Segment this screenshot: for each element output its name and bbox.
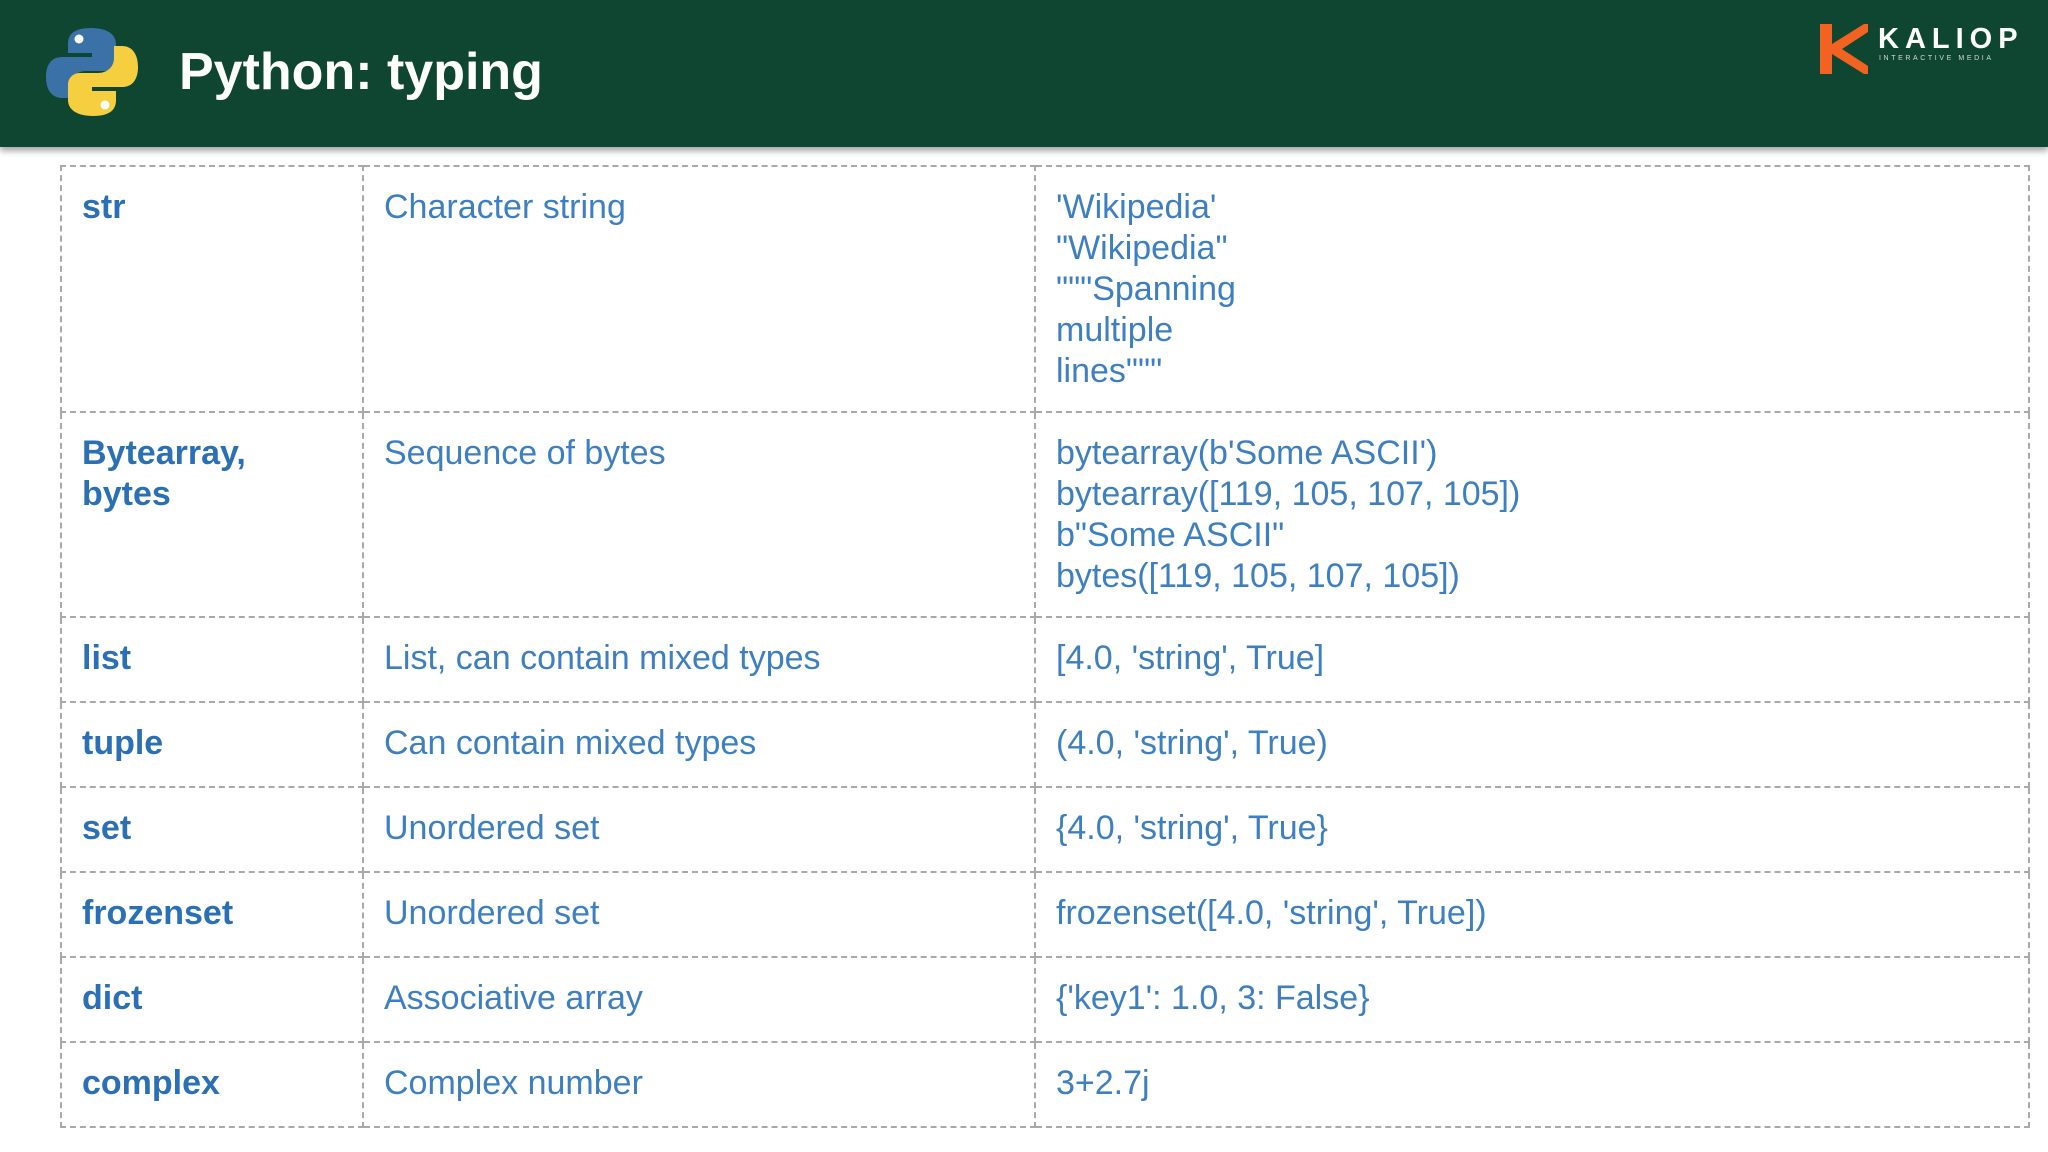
- python-logo-icon: [46, 28, 138, 116]
- slide: Python: typing KALIOP INTERACTIVE MEDIA …: [0, 0, 2048, 1152]
- type-name-cell: list: [60, 616, 364, 703]
- kaliop-k-icon: [1820, 24, 1868, 74]
- description-cell: Unordered set: [362, 786, 1036, 873]
- table-row: complex Complex number 3+2.7j: [60, 1041, 2030, 1128]
- description-cell: Complex number: [362, 1041, 1036, 1128]
- brand-name: KALIOP: [1878, 23, 2024, 55]
- type-name-cell: frozenset: [60, 871, 364, 958]
- example-cell: [4.0, 'string', True]: [1034, 616, 2030, 703]
- type-name-cell: str: [60, 165, 364, 413]
- type-name-cell: tuple: [60, 701, 364, 788]
- example-cell: 'Wikipedia' "Wikipedia" """Spanning mult…: [1034, 165, 2030, 413]
- table-row: tuple Can contain mixed types (4.0, 'str…: [60, 701, 2030, 788]
- type-name-cell: set: [60, 786, 364, 873]
- description-cell: Unordered set: [362, 871, 1036, 958]
- table-row: frozenset Unordered set frozenset([4.0, …: [60, 871, 2030, 958]
- description-cell: Sequence of bytes: [362, 411, 1036, 618]
- example-cell: {4.0, 'string', True}: [1034, 786, 2030, 873]
- example-cell: 3+2.7j: [1034, 1041, 2030, 1128]
- table-row: set Unordered set {4.0, 'string', True}: [60, 786, 2030, 873]
- brand-tagline: INTERACTIVE MEDIA: [1879, 55, 1994, 62]
- brand-logo: KALIOP INTERACTIVE MEDIA: [1820, 23, 2034, 76]
- type-name-cell: Bytearray, bytes: [60, 411, 364, 618]
- table-row: dict Associative array {'key1': 1.0, 3: …: [60, 956, 2030, 1043]
- table-row: str Character string 'Wikipedia' "Wikipe…: [60, 165, 2030, 413]
- example-cell: bytearray(b'Some ASCII') bytearray([119,…: [1034, 411, 2030, 618]
- example-cell: frozenset([4.0, 'string', True]): [1034, 871, 2030, 958]
- page-title: Python: typing: [179, 43, 543, 101]
- example-cell: {'key1': 1.0, 3: False}: [1034, 956, 2030, 1043]
- description-cell: Associative array: [362, 956, 1036, 1043]
- header-bar: Python: typing KALIOP INTERACTIVE MEDIA: [0, 0, 2048, 147]
- description-cell: Character string: [362, 165, 1036, 413]
- description-cell: List, can contain mixed types: [362, 616, 1036, 703]
- python-types-table: str Character string 'Wikipedia' "Wikipe…: [60, 165, 2030, 1128]
- type-name-cell: complex: [60, 1041, 364, 1128]
- table-row: Bytearray, bytes Sequence of bytes bytea…: [60, 411, 2030, 618]
- description-cell: Can contain mixed types: [362, 701, 1036, 788]
- example-cell: (4.0, 'string', True): [1034, 701, 2030, 788]
- table-row: list List, can contain mixed types [4.0,…: [60, 616, 2030, 703]
- type-name-cell: dict: [60, 956, 364, 1043]
